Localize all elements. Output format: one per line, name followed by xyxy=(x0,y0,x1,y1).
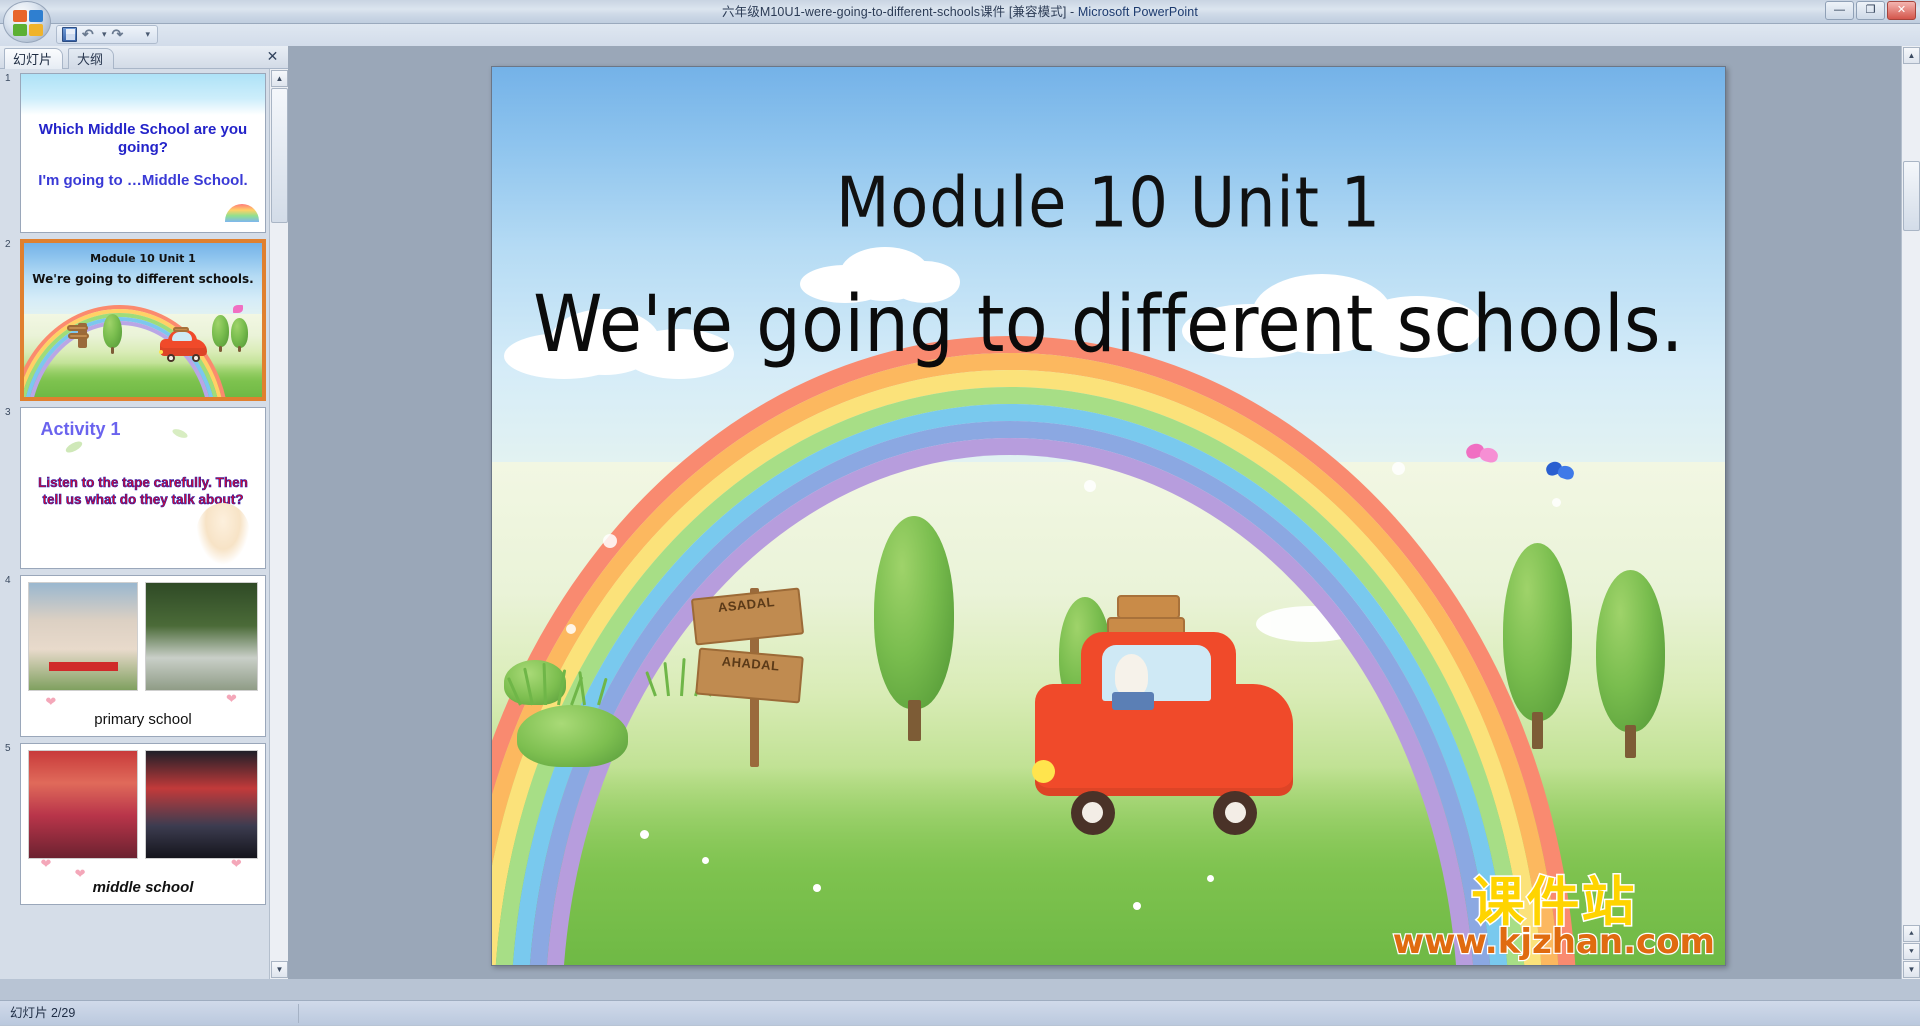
thumbnail-5-caption: middle school xyxy=(21,879,265,896)
leaf-decor-icon xyxy=(64,439,84,455)
list-item[interactable]: 3 Activity 1 Listen to the tape carefull… xyxy=(0,405,288,571)
undo-icon[interactable]: ↶ xyxy=(82,27,97,42)
next-slide-icon[interactable]: ⯆ xyxy=(1903,943,1920,960)
leaf-decor-icon xyxy=(172,428,189,440)
slide-thumbnail-list[interactable]: 1 Which Middle School are you going? I'm… xyxy=(0,69,288,979)
scroll-up-icon[interactable]: ▲ xyxy=(1903,47,1920,64)
quick-access-toolbar-row: ↶ ▾ ↷ ▾ xyxy=(0,24,1920,46)
photo-stage-left xyxy=(28,750,138,859)
tree-icon xyxy=(1596,570,1665,759)
tree-icon xyxy=(874,516,954,741)
scroll-down-icon[interactable]: ▼ xyxy=(1903,961,1920,978)
sparkle-icon xyxy=(1084,480,1096,492)
restore-button[interactable]: ❐ xyxy=(1856,1,1885,20)
scrollbar-thumb[interactable] xyxy=(271,88,288,223)
list-item[interactable]: 1 Which Middle School are you going? I'm… xyxy=(0,71,288,236)
window-title-document: 六年级M10U1-were-going-to-different-schools… xyxy=(722,5,1066,19)
thumbnail-5-content: ❤ ❤ ❤ middle school xyxy=(21,744,265,904)
thumbnail-4-caption: primary school xyxy=(21,711,265,728)
thumbnail-1-main-text: Which Middle School are you going? xyxy=(36,121,251,156)
thumbnail-3-content: Activity 1 Listen to the tape carefully.… xyxy=(21,408,265,568)
window-title-app: Microsoft PowerPoint xyxy=(1078,5,1198,19)
window-title-separator: - xyxy=(1066,5,1077,19)
thumbnail-4-content: ❤ ❤ primary school xyxy=(21,576,265,736)
quick-access-toolbar: ↶ ▾ ↷ ▾ xyxy=(56,25,158,44)
slides-pane: 幻灯片 大纲 ✕ 1 Which Middle School are you g… xyxy=(0,46,288,979)
status-slide-counter: 幻灯片 2/29 xyxy=(0,1001,85,1026)
thumbnail-number: 1 xyxy=(5,73,11,84)
thumbnail-number: 5 xyxy=(5,743,11,754)
thumbnail-3-heading: Activity 1 xyxy=(41,419,121,440)
pane-tab-slides[interactable]: 幻灯片 xyxy=(4,48,63,69)
current-slide[interactable]: Module 10 Unit 1 We're going to differen… xyxy=(491,66,1726,966)
kids-train-banner-icon xyxy=(21,74,265,115)
minimize-button[interactable]: — xyxy=(1825,1,1854,20)
thumbnail-2-line2: We're going to different schools. xyxy=(24,272,262,286)
thumbnail-1-sub-text: I'm going to …Middle School. xyxy=(36,172,251,190)
window-controls: — ❐ ✕ xyxy=(1825,1,1916,20)
butterfly-pink-icon xyxy=(1466,444,1500,468)
thumbnail-1[interactable]: Which Middle School are you going? I'm g… xyxy=(20,73,266,233)
butterfly-blue-icon xyxy=(1546,462,1576,484)
photo-stage-right xyxy=(145,750,257,859)
car-icon xyxy=(1035,615,1294,831)
flower-icon xyxy=(702,857,709,864)
window-title-bar: 六年级M10U1-were-going-to-different-schools… xyxy=(0,0,1920,24)
butterfly-icon xyxy=(233,305,243,313)
redo-icon[interactable]: ↷ xyxy=(112,27,127,42)
thumbnail-3[interactable]: Activity 1 Listen to the tape carefully.… xyxy=(20,407,266,569)
scrollbar-thumb[interactable] xyxy=(1903,161,1920,231)
driver-scarf-icon xyxy=(1112,692,1153,709)
status-bar: 幻灯片 2/29 xyxy=(0,1000,1920,1025)
pane-tab-outline[interactable]: 大纲 xyxy=(68,48,114,69)
thumbnail-1-content: Which Middle School are you going? I'm g… xyxy=(21,74,265,232)
thumbnail-5[interactable]: ❤ ❤ ❤ middle school xyxy=(20,743,266,905)
thumbnail-2-line1: Module 10 Unit 1 xyxy=(24,252,262,265)
list-item[interactable]: 4 ❤ ❤ primary school xyxy=(0,573,288,739)
tree-icon xyxy=(1503,543,1572,750)
sparkle-icon xyxy=(566,624,576,634)
slide-editing-area: Module 10 Unit 1 We're going to differen… xyxy=(288,46,1920,979)
sparkle-icon xyxy=(603,534,617,548)
list-item[interactable]: 2 xyxy=(0,237,288,403)
thumbnail-number: 3 xyxy=(5,407,11,418)
slides-pane-scrollbar[interactable]: ▲ ▼ xyxy=(269,69,288,979)
previous-slide-icon[interactable]: ⯅ xyxy=(1903,925,1920,942)
slide-area-scrollbar[interactable]: ▲ ⯅ ⯆ ▼ xyxy=(1901,46,1920,979)
slide-title-line1: Module 10 Unit 1 xyxy=(492,161,1725,243)
rainbow-decor-icon xyxy=(225,204,259,222)
window-title: 六年级M10U1-were-going-to-different-schools… xyxy=(0,0,1920,24)
office-logo-icon xyxy=(13,10,43,36)
scroll-down-icon[interactable]: ▼ xyxy=(271,961,288,978)
thumbnail-number: 2 xyxy=(5,239,11,250)
slide-title-line2: We're going to different schools. xyxy=(492,278,1725,370)
signpost-label-top: ASADAL xyxy=(691,588,804,646)
slide-canvas: Module 10 Unit 1 We're going to differen… xyxy=(492,67,1725,965)
bush-icon xyxy=(517,705,628,768)
watermark-url: www.kjzhan.com xyxy=(1393,925,1715,959)
slides-pane-tabs: 幻灯片 大纲 ✕ xyxy=(0,46,288,69)
save-icon[interactable] xyxy=(62,27,77,42)
list-item[interactable]: 5 ❤ ❤ ❤ middle school xyxy=(0,741,288,907)
watermark: 课件站 www.kjzhan.com xyxy=(1393,876,1715,959)
undo-dropdown-icon[interactable]: ▾ xyxy=(102,29,107,40)
office-button[interactable] xyxy=(3,1,51,43)
grass-icon xyxy=(517,663,637,705)
signpost-icon: ASADAL AHADAL xyxy=(708,588,800,768)
girl-illustration-icon xyxy=(196,503,250,565)
thumbnail-2-content: Module 10 Unit 1 We're going to differen… xyxy=(24,243,262,397)
thumbnail-4[interactable]: ❤ ❤ primary school xyxy=(20,575,266,737)
close-pane-icon[interactable]: ✕ xyxy=(265,49,280,64)
scroll-up-icon[interactable]: ▲ xyxy=(271,70,288,87)
driver-icon xyxy=(1115,654,1149,697)
customize-qat-icon[interactable]: ▾ xyxy=(146,29,151,40)
flower-icon xyxy=(813,884,821,892)
thumbnail-number: 4 xyxy=(5,575,11,586)
photo-primary-school xyxy=(28,582,138,691)
photo-pavilion xyxy=(145,582,257,691)
signpost-label-bottom: AHADAL xyxy=(695,648,804,704)
thumbnail-2[interactable]: Module 10 Unit 1 We're going to differen… xyxy=(20,239,266,401)
close-button[interactable]: ✕ xyxy=(1887,1,1916,20)
